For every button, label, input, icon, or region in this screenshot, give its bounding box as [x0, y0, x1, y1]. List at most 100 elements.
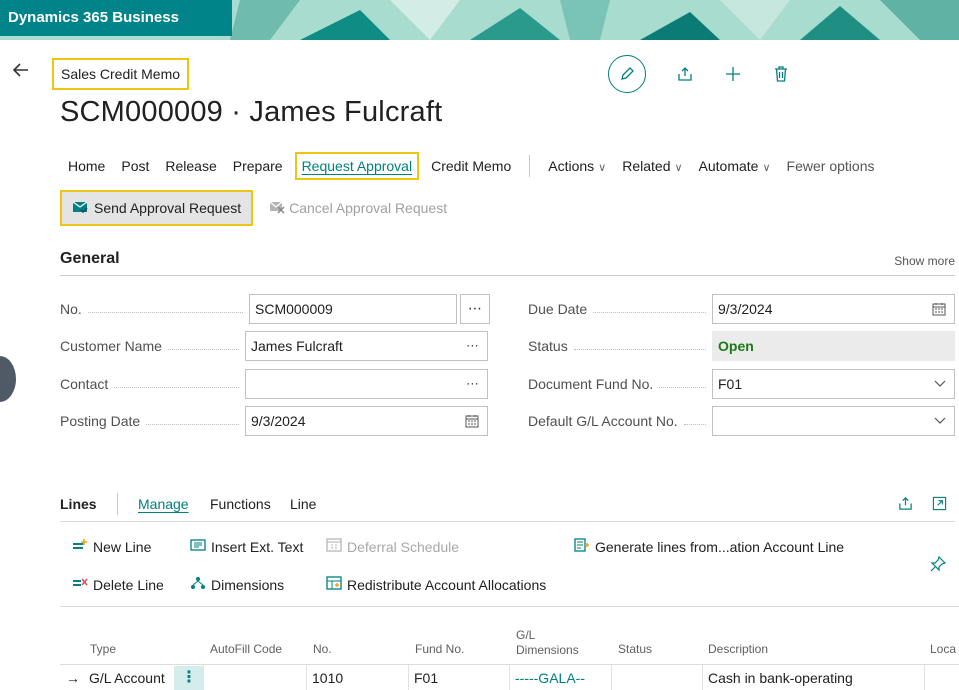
leader-dots	[167, 348, 239, 350]
row-actions-icon[interactable]: ⋮	[174, 666, 204, 690]
customer-name-input[interactable]: James Fulcraft ⋯	[245, 331, 488, 361]
column-header-autofill[interactable]: AutoFill Code	[210, 642, 282, 656]
due-date-label: Due Date	[528, 301, 588, 317]
header-actions	[608, 55, 790, 93]
show-more-link[interactable]: Show more	[894, 254, 955, 268]
tab-request-approval[interactable]: Request Approval	[294, 152, 420, 180]
expand-icon[interactable]	[932, 496, 947, 515]
share-icon[interactable]	[676, 65, 694, 83]
insert-ext-text-button[interactable]: Insert Ext. Text	[190, 538, 303, 555]
action-bar-divider	[529, 155, 531, 177]
dimensions-button[interactable]: Dimensions	[190, 576, 284, 593]
menu-automate-label: Automate	[698, 158, 759, 174]
top-banner: Dynamics 365 Business Central	[0, 0, 959, 40]
generate-lines-button[interactable]: Generate lines from...ation Account Line	[574, 538, 844, 555]
field-due-date: Due Date 9/3/2024	[528, 294, 955, 324]
contact-label: Contact	[60, 376, 109, 392]
tab-release[interactable]: Release	[157, 152, 224, 180]
approval-actions: Send Approval Request Cancel Approval Re…	[60, 190, 447, 226]
generate-lines-label: Generate lines from...ation Account Line	[595, 538, 845, 555]
customer-name-label: Customer Name	[60, 338, 162, 354]
general-section-title[interactable]: General	[60, 250, 120, 268]
deferral-schedule-button[interactable]: Deferral Schedule	[326, 538, 459, 555]
cell-dimensions[interactable]: -----GALA--	[510, 665, 612, 690]
field-customer-name: Customer Name James Fulcraft ⋯	[60, 331, 488, 361]
leader-dots	[659, 386, 706, 388]
field-no-label: No.	[60, 301, 82, 317]
chevron-down-icon[interactable]	[934, 370, 946, 398]
cell-autofill[interactable]	[204, 665, 307, 690]
menu-related-label: Related	[622, 158, 671, 174]
send-approval-request-button[interactable]: Send Approval Request	[60, 190, 254, 226]
menu-related[interactable]: Related ∨	[614, 152, 690, 180]
lines-tab-line[interactable]: Line	[290, 496, 316, 512]
no-input[interactable]: SCM000009	[249, 294, 457, 324]
column-header-no[interactable]: No.	[313, 642, 332, 656]
delete-line-button[interactable]: Delete Line	[72, 576, 164, 593]
lookup-more-icon[interactable]: ⋯	[466, 332, 479, 360]
breadcrumb: Sales Credit Memo	[52, 58, 190, 90]
field-default-gl-account-no: Default G/L Account No.	[528, 406, 955, 436]
default-gl-account-label: Default G/L Account No.	[528, 413, 678, 429]
due-date-input[interactable]: 9/3/2024	[712, 294, 955, 324]
chevron-down-icon: ∨	[762, 162, 771, 174]
redistribute-allocations-button[interactable]: Redistribute Account Allocations	[326, 576, 546, 593]
delete-trash-icon[interactable]	[772, 65, 790, 83]
lookup-more-icon[interactable]: ⋯	[460, 294, 490, 324]
leader-dots	[114, 386, 239, 388]
document-fund-no-select[interactable]: F01	[712, 369, 955, 399]
lines-divider	[117, 493, 118, 515]
default-gl-account-select[interactable]	[712, 406, 955, 436]
column-header-dimensions[interactable]: Dimensions	[516, 643, 579, 657]
status-label: Status	[528, 338, 568, 354]
side-panel-handle[interactable]	[0, 356, 16, 402]
posting-date-label: Posting Date	[60, 413, 141, 429]
generate-lines-icon	[574, 538, 590, 555]
column-header-status[interactable]: Status	[618, 642, 652, 656]
leader-dots	[146, 423, 239, 425]
field-posting-date: Posting Date 9/3/2024	[60, 406, 488, 436]
chevron-down-icon[interactable]	[934, 407, 946, 435]
lines-tab-manage[interactable]: Manage	[138, 496, 189, 512]
column-header-gl[interactable]: G/L	[516, 628, 535, 642]
document-fund-no-label: Document Fund No.	[528, 376, 654, 392]
cell-fund-no[interactable]: F01	[409, 665, 510, 690]
leader-dots	[87, 311, 243, 313]
calendar-icon[interactable]	[465, 407, 479, 438]
field-contact: Contact ⋯	[60, 369, 488, 399]
lookup-more-icon[interactable]: ⋯	[466, 370, 479, 398]
cell-location[interactable]	[925, 665, 959, 690]
table-row[interactable]: → G/L Account ⋮ 1010 F01 -----GALA-- Cas…	[60, 664, 959, 690]
new-line-button[interactable]: New Line	[72, 538, 151, 555]
add-icon[interactable]	[724, 65, 742, 83]
column-header-location[interactable]: Loca	[930, 642, 956, 656]
tab-credit-memo[interactable]: Credit Memo	[423, 152, 519, 180]
column-header-type[interactable]: Type	[90, 642, 116, 656]
fewer-options-button[interactable]: Fewer options	[779, 152, 883, 180]
share-icon[interactable]	[898, 496, 913, 515]
cell-no[interactable]: 1010	[307, 665, 409, 690]
cancel-approval-request-button[interactable]: Cancel Approval Request	[269, 200, 447, 217]
cell-status[interactable]	[612, 665, 703, 690]
action-bar: Home Post Release Prepare Request Approv…	[60, 152, 882, 180]
tab-post[interactable]: Post	[113, 152, 157, 180]
tab-home[interactable]: Home	[60, 152, 113, 180]
app-title[interactable]: Dynamics 365 Business Central	[0, 0, 232, 36]
chevron-down-icon: ∨	[674, 162, 683, 174]
back-arrow-icon[interactable]	[9, 60, 33, 84]
pin-icon[interactable]	[930, 556, 946, 572]
lines-tab-functions[interactable]: Functions	[210, 496, 271, 512]
dimensions-label: Dimensions	[211, 576, 285, 593]
contact-input[interactable]: ⋯	[245, 369, 488, 399]
edit-pencil-icon[interactable]	[608, 55, 646, 93]
cell-description[interactable]: Cash in bank-operating	[703, 665, 925, 690]
menu-actions[interactable]: Actions ∨	[540, 152, 614, 180]
posting-date-input[interactable]: 9/3/2024	[245, 406, 488, 436]
menu-automate[interactable]: Automate ∨	[691, 152, 779, 180]
calendar-icon[interactable]	[932, 295, 946, 326]
tab-prepare[interactable]: Prepare	[225, 152, 291, 180]
lines-title[interactable]: Lines	[60, 496, 97, 512]
chevron-down-icon: ∨	[598, 162, 607, 174]
column-header-description[interactable]: Description	[708, 642, 768, 656]
column-header-fund-no[interactable]: Fund No.	[415, 642, 464, 656]
